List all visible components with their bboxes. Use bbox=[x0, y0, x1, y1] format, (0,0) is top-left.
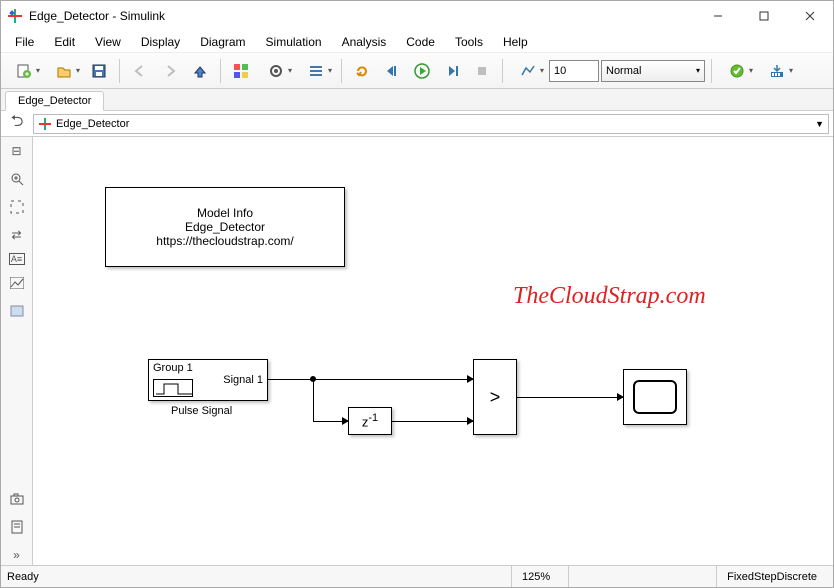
minimize-button[interactable] bbox=[695, 1, 741, 31]
model-canvas[interactable]: Model Info Edge_Detector https://theclou… bbox=[33, 137, 833, 565]
build-button[interactable] bbox=[718, 57, 756, 85]
model-icon bbox=[38, 117, 52, 131]
annotations-icon[interactable]: A≡ bbox=[9, 253, 25, 265]
arrow-icon bbox=[617, 393, 624, 401]
siggen-wave-icon bbox=[153, 379, 193, 397]
status-ready: Ready bbox=[7, 571, 39, 583]
arrow-icon bbox=[467, 417, 474, 425]
compare-op: > bbox=[490, 387, 501, 408]
image-icon[interactable] bbox=[7, 273, 27, 293]
step-back-button[interactable] bbox=[378, 57, 406, 85]
statusbar: Ready 125% FixedStepDiscrete bbox=[1, 565, 833, 587]
status-spacer bbox=[568, 566, 708, 587]
menu-display[interactable]: Display bbox=[131, 33, 190, 51]
siggen-group-label: Group 1 bbox=[153, 362, 193, 374]
menu-edit[interactable]: Edit bbox=[44, 33, 85, 51]
model-tab-strip: Edge_Detector bbox=[1, 89, 833, 111]
model-config-button[interactable] bbox=[257, 57, 295, 85]
save-button[interactable] bbox=[85, 57, 113, 85]
unit-delay-block[interactable]: z-1 bbox=[348, 407, 392, 435]
stop-button[interactable] bbox=[468, 57, 496, 85]
forward-button[interactable] bbox=[156, 57, 184, 85]
model-info-line2: Edge_Detector bbox=[185, 220, 265, 234]
menu-diagram[interactable]: Diagram bbox=[190, 33, 255, 51]
close-button[interactable] bbox=[787, 1, 833, 31]
maximize-button[interactable] bbox=[741, 1, 787, 31]
deploy-button[interactable] bbox=[758, 57, 796, 85]
simulation-mode-select[interactable]: Normal▾ bbox=[601, 60, 705, 82]
menubar: File Edit View Display Diagram Simulatio… bbox=[1, 31, 833, 53]
toggle-perspective-icon[interactable]: ⇄ bbox=[7, 225, 27, 245]
watermark-text: TheCloudStrap.com bbox=[513, 283, 706, 310]
siggen-signal-label: Signal 1 bbox=[223, 374, 263, 386]
arrow-icon bbox=[342, 417, 349, 425]
chevron-down-icon: ▼ bbox=[815, 119, 824, 129]
step-forward-button[interactable] bbox=[438, 57, 466, 85]
delay-label: z-1 bbox=[362, 412, 378, 429]
toolbar: Normal▾ bbox=[1, 53, 833, 89]
model-explorer-button[interactable] bbox=[297, 57, 335, 85]
signal-builder-block[interactable]: Group 1 Signal 1 bbox=[148, 359, 268, 401]
simulation-stop-time-input[interactable] bbox=[549, 60, 599, 82]
menu-code[interactable]: Code bbox=[396, 33, 445, 51]
scope-screen-icon bbox=[633, 380, 677, 414]
model-info-line3: https://thecloudstrap.com/ bbox=[156, 234, 293, 248]
fast-restart-button[interactable] bbox=[348, 57, 376, 85]
arrow-icon bbox=[467, 375, 474, 383]
menu-simulation[interactable]: Simulation bbox=[256, 33, 332, 51]
model-info-line1: Model Info bbox=[197, 206, 253, 220]
wire bbox=[313, 379, 314, 421]
wire bbox=[392, 421, 473, 422]
breadcrumb-model: Edge_Detector bbox=[56, 118, 129, 130]
wire bbox=[313, 379, 473, 380]
zoom-in-icon[interactable] bbox=[7, 169, 27, 189]
menu-help[interactable]: Help bbox=[493, 33, 538, 51]
data-inspector-button[interactable] bbox=[509, 57, 547, 85]
screenshot-icon[interactable] bbox=[7, 489, 27, 509]
canvas-palette: ⊟ ⇄ A≡ » bbox=[1, 137, 33, 565]
report-icon[interactable] bbox=[7, 517, 27, 537]
wire bbox=[517, 397, 623, 398]
menu-file[interactable]: File bbox=[5, 33, 44, 51]
model-tab[interactable]: Edge_Detector bbox=[5, 91, 104, 111]
main-area: ⊟ ⇄ A≡ » Model Info Edge_Detector https:… bbox=[1, 137, 833, 565]
menu-analysis[interactable]: Analysis bbox=[332, 33, 397, 51]
area-icon[interactable] bbox=[7, 301, 27, 321]
breadcrumb-row: ⮌ Edge_Detector ▼ bbox=[1, 111, 833, 137]
model-info-block[interactable]: Model Info Edge_Detector https://theclou… bbox=[105, 187, 345, 267]
hide-browser-icon[interactable]: ⊟ bbox=[7, 141, 27, 161]
menu-view[interactable]: View bbox=[85, 33, 131, 51]
relational-operator-block[interactable]: > bbox=[473, 359, 517, 435]
breadcrumb[interactable]: Edge_Detector ▼ bbox=[33, 114, 829, 134]
expand-panel-icon[interactable]: » bbox=[7, 545, 27, 565]
status-solver[interactable]: FixedStepDiscrete bbox=[716, 566, 827, 587]
back-button[interactable] bbox=[126, 57, 154, 85]
nav-history-button[interactable]: ⮌ bbox=[1, 110, 33, 137]
menu-tools[interactable]: Tools bbox=[445, 33, 493, 51]
up-button[interactable] bbox=[186, 57, 214, 85]
window-title: Edge_Detector - Simulink bbox=[29, 9, 165, 23]
status-zoom[interactable]: 125% bbox=[511, 566, 560, 587]
new-model-button[interactable] bbox=[5, 57, 43, 85]
run-button[interactable] bbox=[408, 57, 436, 85]
signal-builder-name: Pulse Signal bbox=[171, 405, 232, 417]
simulink-app-icon bbox=[7, 8, 23, 24]
wire bbox=[268, 379, 313, 380]
library-browser-button[interactable] bbox=[227, 57, 255, 85]
titlebar: Edge_Detector - Simulink bbox=[1, 1, 833, 31]
fit-view-icon[interactable] bbox=[7, 197, 27, 217]
open-button[interactable] bbox=[45, 57, 83, 85]
scope-block[interactable] bbox=[623, 369, 687, 425]
